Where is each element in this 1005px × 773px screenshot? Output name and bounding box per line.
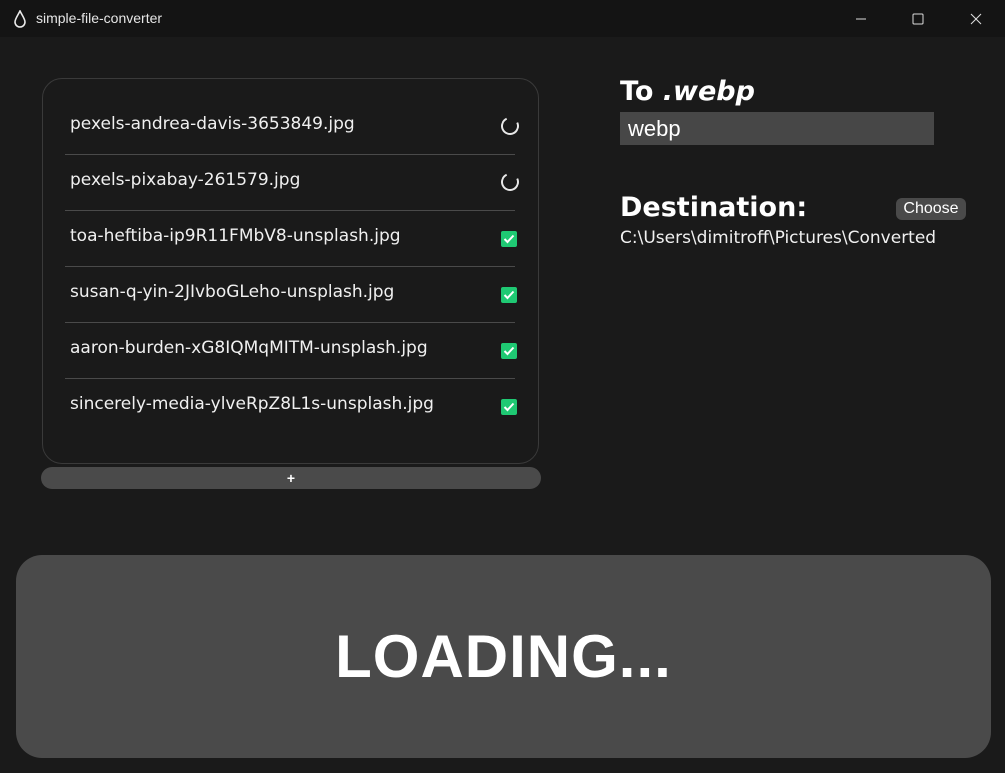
loading-spinner-icon xyxy=(498,114,522,138)
file-name: toa-heftiba-ip9R11FMbV8-unsplash.jpg xyxy=(70,226,401,246)
add-file-button[interactable]: + xyxy=(41,467,541,489)
file-row: pexels-andrea-davis-3653849.jpg xyxy=(65,99,522,155)
checkmark-icon xyxy=(501,287,517,303)
file-row: toa-heftiba-ip9R11FMbV8-unsplash.jpg xyxy=(65,211,517,267)
file-row: susan-q-yin-2JIvboGLeho-unsplash.jpg xyxy=(65,267,517,323)
checkmark-icon xyxy=(501,343,517,359)
target-heading-ext: .webp xyxy=(662,76,755,107)
file-name: pexels-pixabay-261579.jpg xyxy=(70,170,301,190)
close-button[interactable] xyxy=(947,0,1005,37)
loading-spinner-icon xyxy=(498,170,522,194)
status-indicator xyxy=(498,114,522,138)
status-indicator xyxy=(501,229,519,247)
file-name: susan-q-yin-2JIvboGLeho-unsplash.jpg xyxy=(70,282,395,302)
status-indicator xyxy=(501,285,519,303)
file-row: sincerely-media-ylveRpZ8L1s-unsplash.jpg xyxy=(65,379,517,435)
minimize-button[interactable] xyxy=(832,0,890,37)
convert-status-panel[interactable]: LOADING... xyxy=(16,555,991,758)
destination-heading: Destination: xyxy=(620,192,808,223)
file-row: pexels-pixabay-261579.jpg xyxy=(65,155,522,211)
file-list-panel: pexels-andrea-davis-3653849.jpg pexels-p… xyxy=(42,78,539,464)
target-heading-prefix: To xyxy=(620,76,663,107)
file-name: pexels-andrea-davis-3653849.jpg xyxy=(70,114,355,134)
title-bar: simple-file-converter xyxy=(0,0,1005,37)
file-name: sincerely-media-ylveRpZ8L1s-unsplash.jpg xyxy=(70,394,434,414)
status-indicator xyxy=(501,341,519,359)
maximize-button[interactable] xyxy=(889,0,947,37)
format-input[interactable] xyxy=(620,112,934,145)
checkmark-icon xyxy=(501,231,517,247)
destination-path: C:\Users\dimitroff\Pictures\Converted xyxy=(620,228,937,248)
choose-destination-button[interactable]: Choose xyxy=(896,198,966,220)
status-indicator xyxy=(498,170,522,194)
target-format-heading: To .webp xyxy=(620,76,755,107)
app-icon xyxy=(12,9,28,28)
add-file-label: + xyxy=(286,470,296,486)
maximize-icon xyxy=(912,13,924,24)
close-icon xyxy=(970,13,982,24)
file-name: aaron-burden-xG8IQMqMITM-unsplash.jpg xyxy=(70,338,428,358)
minimize-icon xyxy=(856,18,866,19)
checkmark-icon xyxy=(501,399,517,415)
loading-text: LOADING... xyxy=(335,623,672,690)
window-title: simple-file-converter xyxy=(36,10,163,26)
file-row: aaron-burden-xG8IQMqMITM-unsplash.jpg xyxy=(65,323,517,379)
status-indicator xyxy=(501,397,519,415)
